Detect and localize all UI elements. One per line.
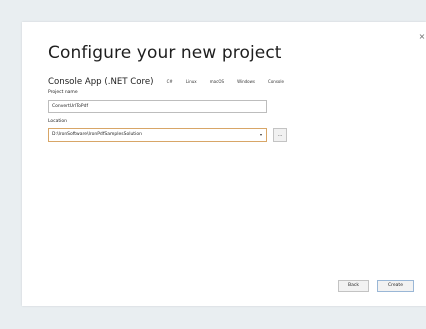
tag-windows: Windows	[237, 79, 255, 84]
location-label: Location	[48, 119, 68, 124]
tag-csharp: C#	[166, 79, 173, 84]
tag-macos: macOS	[209, 79, 224, 84]
location-value[interactable]: D:\IronSoftware\IronPdfSamplesSolution	[52, 129, 142, 141]
back-button[interactable]: Back	[338, 280, 369, 292]
location-combo[interactable]: D:\IronSoftware\IronPdfSamplesSolution ▾	[48, 128, 267, 142]
browse-button[interactable]: ...	[273, 128, 287, 142]
create-button[interactable]: Create	[377, 280, 414, 292]
chevron-down-icon[interactable]: ▾	[258, 129, 264, 141]
template-summary: Console App (.NET Core) C# Linux macOS W…	[48, 71, 284, 87]
page-title: Configure your new project	[48, 43, 282, 63]
tag-console: Console	[268, 79, 284, 84]
project-name-input[interactable]: ConvertUrlToPdf	[48, 100, 267, 113]
close-icon[interactable]: ×	[418, 32, 426, 42]
tag-linux: Linux	[185, 79, 197, 84]
project-name-label: Project name	[48, 90, 78, 95]
new-project-dialog: × Configure your new project Console App…	[22, 22, 426, 306]
template-name: Console App (.NET Core)	[48, 76, 154, 87]
